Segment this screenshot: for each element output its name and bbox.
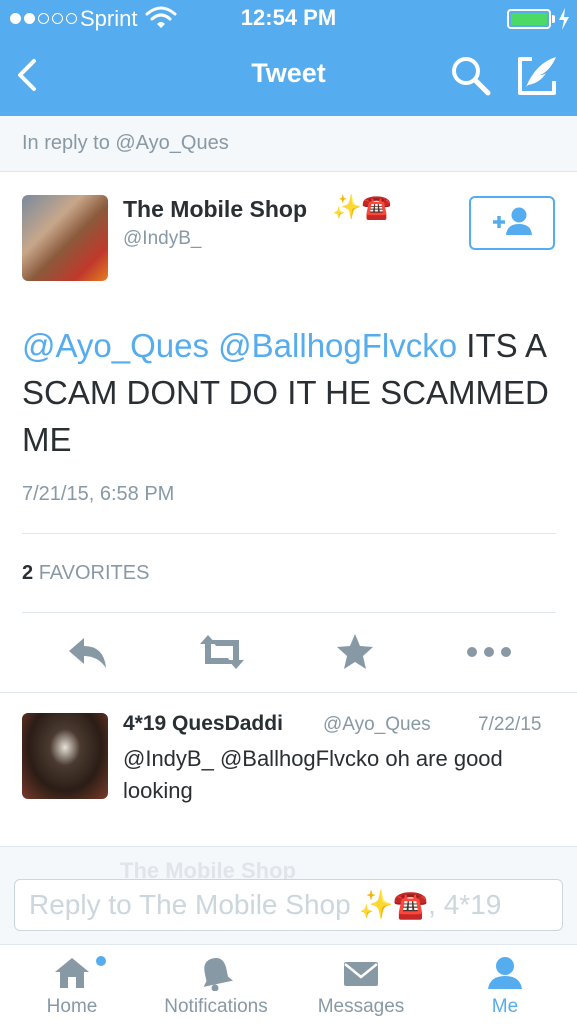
more-icon[interactable] xyxy=(464,632,514,672)
author-avatar[interactable] xyxy=(22,195,108,281)
battery-icon xyxy=(507,9,551,29)
author-name-emoji: ✨☎️ xyxy=(332,194,392,221)
person-icon xyxy=(488,957,522,989)
reply-input[interactable] xyxy=(14,879,563,931)
reply-author-handle[interactable]: @Ayo_Ques xyxy=(323,714,431,736)
favorites-label: FAVORITES xyxy=(38,562,150,584)
author-handle[interactable]: @IndyB_ xyxy=(123,228,201,250)
tweet-timestamp: 7/21/15, 6:58 PM xyxy=(22,483,175,505)
reply-context-bar[interactable]: In reply to @Ayo_Ques xyxy=(0,116,577,172)
mention-link[interactable]: @BallhogFlvcko xyxy=(218,327,457,364)
reply-icon[interactable] xyxy=(66,632,110,672)
favorite-star-icon[interactable] xyxy=(335,632,375,672)
tab-bar: Home Notifications Messages Me xyxy=(0,944,577,1024)
divider xyxy=(22,533,556,534)
divider xyxy=(22,612,556,613)
tab-notifications[interactable]: Notifications xyxy=(152,945,280,1024)
follow-button[interactable] xyxy=(469,196,555,250)
tab-me[interactable]: Me xyxy=(455,945,555,1024)
status-time: 12:54 PM xyxy=(240,5,337,30)
tab-label: Home xyxy=(46,996,98,1017)
retweet-icon[interactable] xyxy=(196,632,248,672)
author-name[interactable]: The Mobile Shop xyxy=(123,196,307,223)
reply-author-name[interactable]: 4*19 QuesDaddi xyxy=(123,712,283,736)
notification-dot xyxy=(96,956,106,966)
tab-label: Me xyxy=(491,996,519,1017)
home-icon xyxy=(55,958,89,988)
compose-tweet-icon[interactable] xyxy=(514,53,560,97)
reply-context-text: In reply to @Ayo_Ques xyxy=(22,132,229,154)
bell-icon xyxy=(203,957,233,991)
reply-author-avatar[interactable] xyxy=(22,713,108,799)
charging-icon xyxy=(559,8,569,30)
tab-label: Messages xyxy=(317,996,405,1017)
tab-label: Notifications xyxy=(164,996,268,1017)
mention-link[interactable]: @Ayo_Ques xyxy=(22,327,209,364)
reply-text: @IndyB_ @BallhogFlvcko oh are good looki… xyxy=(123,746,503,803)
tab-messages[interactable]: Messages xyxy=(305,945,417,1024)
reply-date: 7/22/15 xyxy=(478,714,542,735)
favorites-number: 2 xyxy=(22,562,34,584)
envelope-icon xyxy=(344,962,378,986)
add-user-icon xyxy=(493,207,532,235)
status-bar: Sprint 12:54 PM xyxy=(0,0,577,40)
tweet-text: @Ayo_Ques @BallhogFlvcko ITS A SCAM DONT… xyxy=(22,322,562,463)
header: Sprint 12:54 PM Tweet xyxy=(0,0,577,116)
tab-home[interactable]: Home xyxy=(22,945,122,1024)
favorites-count[interactable]: 2 FAVORITES xyxy=(22,562,149,585)
search-icon[interactable] xyxy=(450,55,492,97)
